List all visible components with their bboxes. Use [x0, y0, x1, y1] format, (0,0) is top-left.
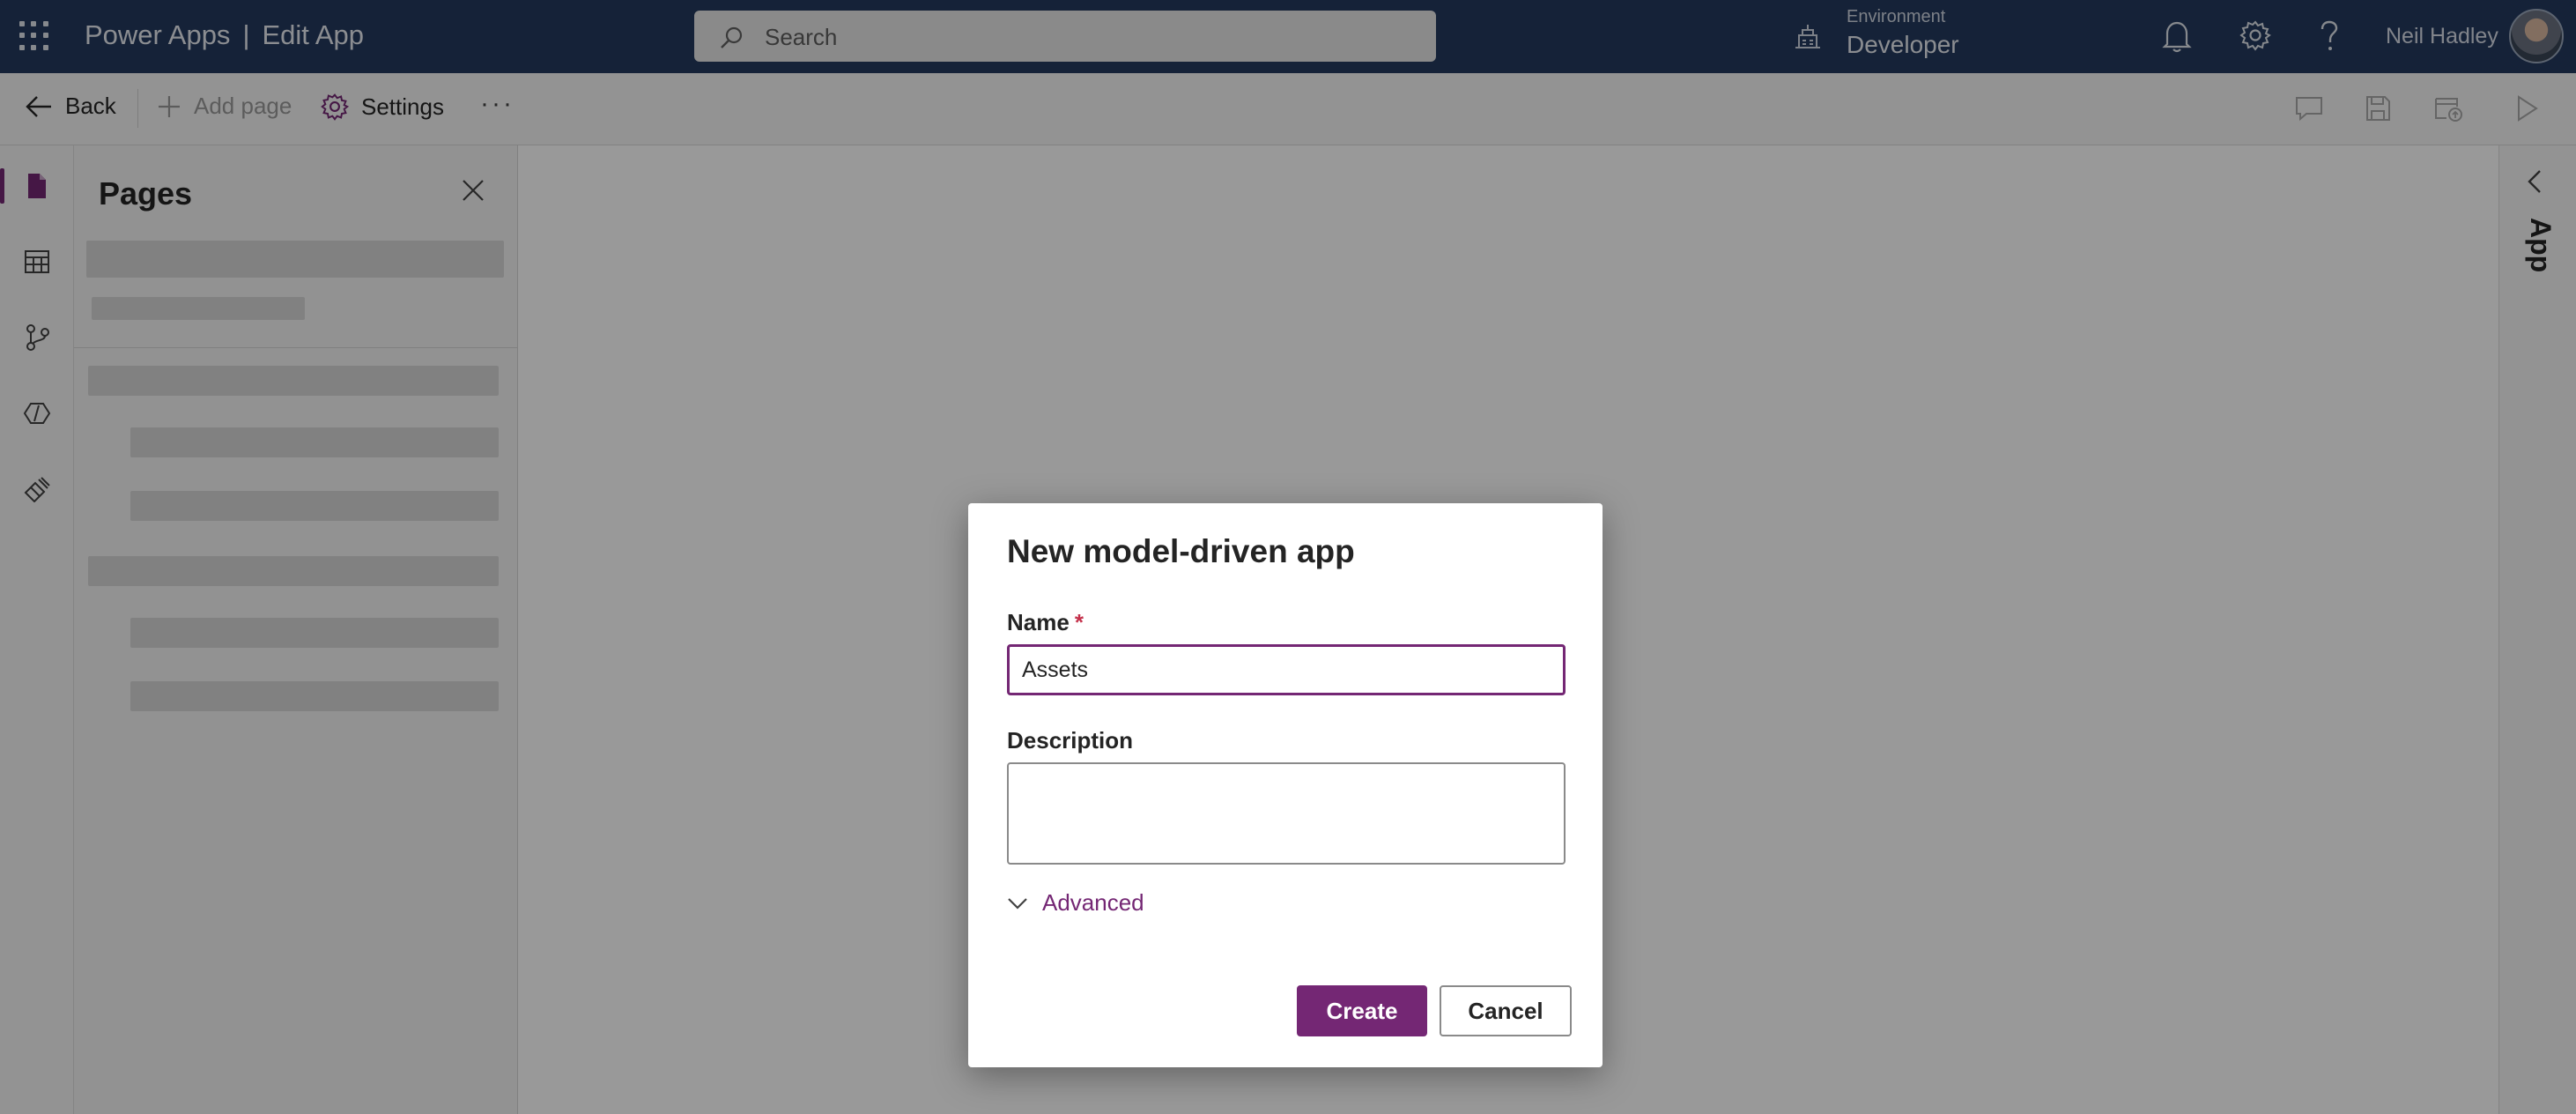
dialog-title: New model-driven app [1007, 533, 1355, 569]
name-field-label: Name * [1007, 609, 1084, 636]
required-marker: * [1074, 609, 1084, 635]
name-input[interactable] [1007, 644, 1566, 695]
description-label: Description [1007, 727, 1134, 754]
advanced-label: Advanced [1042, 889, 1144, 916]
cancel-button[interactable]: Cancel [1440, 985, 1572, 1036]
description-input[interactable] [1007, 762, 1566, 865]
chevron-down-icon [1008, 897, 1027, 910]
new-app-dialog: New model-driven app Name* Description A… [968, 503, 1603, 1067]
advanced-toggle[interactable]: Advanced [1007, 889, 1144, 917]
create-button[interactable]: Create [1297, 985, 1427, 1036]
name-label-text: Name [1007, 609, 1070, 635]
